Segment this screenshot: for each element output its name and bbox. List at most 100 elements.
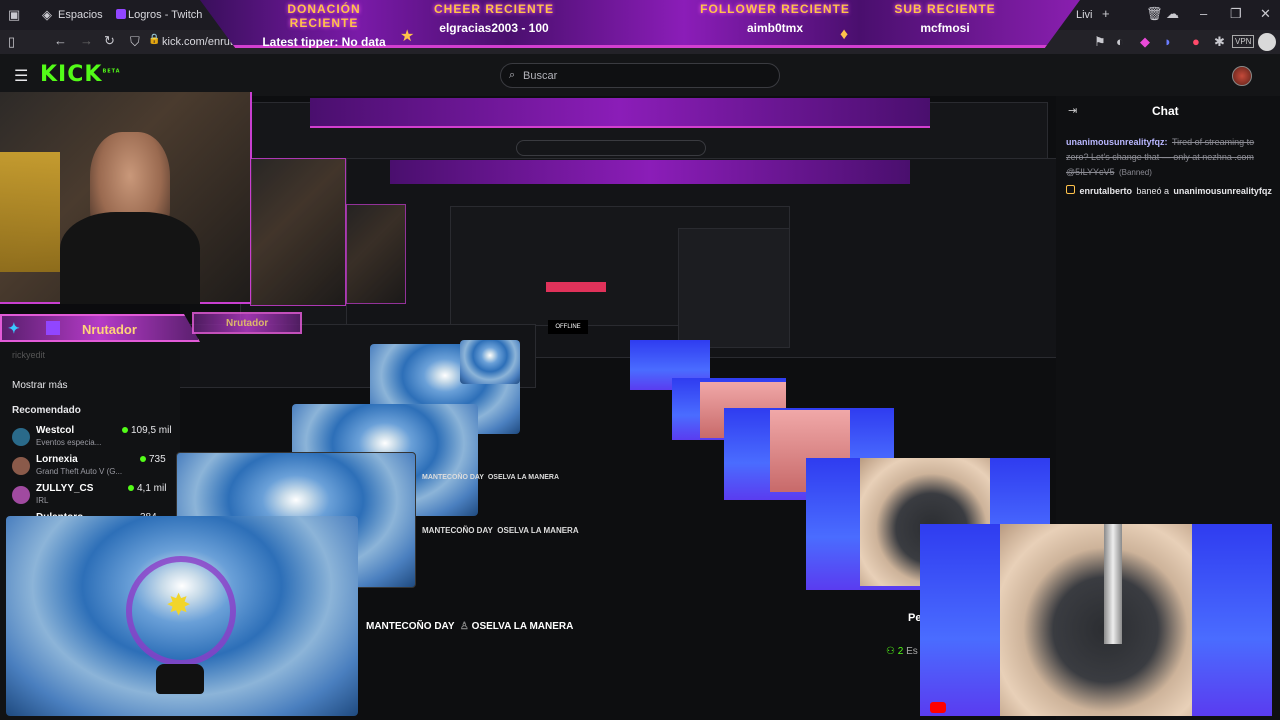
kick-logo[interactable]: KICKBETA: [40, 62, 121, 87]
banner-value-follower: aimb0tmx: [746, 21, 804, 35]
webcam-echo-2: [346, 204, 406, 304]
chat-username[interactable]: unanimousunrealityfqz:: [1066, 137, 1168, 147]
nested-stream-tags: MANTECOÑO DAY OSELVA LA MANERA: [422, 474, 559, 481]
tab-logros-twitch[interactable]: Logros - Twitch: [128, 9, 202, 21]
puzzle-icon[interactable]: ✱: [1214, 34, 1225, 50]
twitch-favicon-icon: [116, 9, 126, 19]
sidebar-item-sub: Grand Theft Auto V (G...: [36, 467, 123, 476]
chat-banned-status: (Banned): [1118, 168, 1152, 177]
banner-title-sub: SUB RECIENTE: [894, 2, 996, 16]
follower-counter: ⚇ 2 Es: [886, 646, 918, 657]
car: [156, 664, 204, 694]
search-input[interactable]: ⌕ Buscar: [500, 63, 780, 88]
hamburger-menu-icon[interactable]: ☰: [14, 66, 28, 86]
live-dot-icon: [140, 456, 146, 462]
spaces-icon[interactable]: ◈: [42, 7, 52, 23]
reload-icon[interactable]: ↻: [104, 33, 115, 49]
streamer-namebar-echo: Nrutador: [192, 312, 302, 334]
chat-title: Chat: [1152, 104, 1179, 118]
streamer-body: [60, 212, 200, 304]
search-placeholder: Buscar: [523, 70, 558, 82]
moderator-shield-icon: [1066, 185, 1075, 194]
twitch-icon: [46, 321, 60, 335]
minimize-icon[interactable]: –: [1200, 6, 1207, 21]
ban-target: unanimousunrealityfqz: [1173, 186, 1272, 196]
twitter-icon: ✦: [8, 320, 20, 336]
search-icon: ⌕: [509, 69, 516, 81]
tool: [1104, 524, 1122, 644]
banner-value-cheer: elgracias2003 - 100: [439, 21, 549, 35]
app-menu-icon[interactable]: ▣: [8, 7, 20, 23]
sidebar-item-lornexia[interactable]: Lornexia Grand Theft Auto V (G... 735: [10, 454, 180, 480]
profile-avatar[interactable]: [1258, 33, 1276, 51]
stream-alert-banner: DONACIÓN RECIENTE Latest tipper: No data…: [200, 0, 1080, 48]
avatar: [12, 457, 30, 475]
banner-title-cheer: CHEER RECIENTE: [433, 2, 554, 16]
viewer-count: 735: [149, 454, 166, 465]
kick-logo-beta: BETA: [102, 68, 121, 75]
stream-tag-oselva[interactable]: OSELVA LA MANERA: [472, 621, 574, 632]
banner-title-donation: DONACIÓN RECIENTE: [287, 2, 361, 30]
stream-tags: MANTECOÑO DAY ♙ OSELVA LA MANERA: [366, 621, 573, 632]
sidebar-item-sub: IRL: [36, 496, 49, 505]
follower-count: 2: [897, 646, 904, 657]
person-icon: ♙: [459, 621, 469, 632]
webcam-echo-1: [250, 158, 346, 306]
extension-icon-2[interactable]: ◆: [1140, 34, 1150, 50]
game-footage: ✸: [6, 516, 358, 716]
maximize-icon[interactable]: ❐: [1230, 6, 1242, 22]
new-tab-icon[interactable]: +: [1102, 6, 1110, 21]
trash-icon[interactable]: 🗑: [1146, 6, 1163, 22]
user-avatar[interactable]: [1232, 66, 1252, 86]
craft-video: [1000, 524, 1192, 716]
collapse-chat-icon[interactable]: ⇥: [1068, 104, 1077, 117]
viewer-count: 4,1 mil: [137, 483, 167, 494]
follower-suffix: Es: [906, 646, 918, 657]
ghost-user: rickyedit: [12, 350, 45, 360]
back-icon[interactable]: ←: [54, 33, 67, 48]
nested-tag-2: OSELVA LA MANERA: [487, 474, 560, 481]
shield-icon[interactable]: ⛉: [130, 34, 140, 50]
nested-stream-tags-2: MANTECOÑO DAY OSELVA LA MANERA: [422, 526, 579, 535]
sidebar-item-name: Lornexia: [36, 454, 78, 465]
extension-icon-3[interactable]: ◗: [1164, 34, 1172, 49]
kick-logo-text: KICK: [40, 62, 103, 87]
sidebar-item-westcol[interactable]: Westcol Eventos especia... 109,5 mil: [10, 425, 180, 451]
ghost-user-name: rickyedit: [12, 350, 46, 360]
streamer-namebar: ✦ Nrutador: [0, 314, 200, 342]
bookmark-icon[interactable]: ⚑: [1094, 34, 1106, 50]
game-tunnel-small-2: [460, 340, 520, 384]
extension-icon-1[interactable]: ◐: [1116, 34, 1124, 49]
extension-icon-4[interactable]: ●: [1192, 34, 1200, 49]
nested-search-1: [516, 140, 706, 156]
show-more-link[interactable]: Mostrar más: [12, 380, 68, 391]
banner-title-follower: FOLLOWER RECIENTE: [700, 2, 850, 16]
offline-label: OFFLINE: [548, 320, 588, 334]
cloud-icon[interactable]: ☁: [1166, 6, 1179, 22]
vpn-badge[interactable]: VPN: [1232, 35, 1255, 48]
forward-icon[interactable]: →: [80, 33, 93, 48]
close-icon[interactable]: ✕: [1260, 6, 1271, 22]
nested-tag-4: OSELVA LA MANERA: [497, 526, 579, 535]
streamer-name-echo: Nrutador: [226, 318, 269, 329]
ban-actor: enrutalberto: [1079, 186, 1132, 196]
tab-espacios[interactable]: Espacios: [58, 9, 103, 21]
nested-popup: [678, 228, 790, 348]
sidebar-item-zullyy[interactable]: ZULLYY_CS IRL 4,1 mil: [10, 483, 180, 509]
stream-tag-manteco[interactable]: MANTECOÑO DAY: [366, 621, 454, 632]
chat-ban-notice: enrutalberto baneó a unanimousunrealityf…: [1066, 181, 1276, 199]
sidebar-toggle-icon[interactable]: ▯: [8, 34, 15, 50]
nested-banner-2: [390, 160, 910, 184]
webcam-overlay: [0, 92, 252, 304]
recommended-heading: Recomendado: [12, 405, 81, 416]
live-dot-icon: [122, 427, 128, 433]
follower-icon: ⚇: [886, 646, 895, 657]
tab-right[interactable]: Livi: [1076, 9, 1093, 21]
live-dot-icon: [128, 485, 134, 491]
heart-icon: ♦: [840, 26, 849, 43]
nested-red-bar: [546, 282, 606, 292]
lock-icon: 🔒: [148, 34, 161, 45]
sidebar-item-name: ZULLYY_CS: [36, 483, 94, 494]
streamer-name: Nrutador: [82, 322, 137, 337]
star-icon: ★: [400, 28, 415, 45]
